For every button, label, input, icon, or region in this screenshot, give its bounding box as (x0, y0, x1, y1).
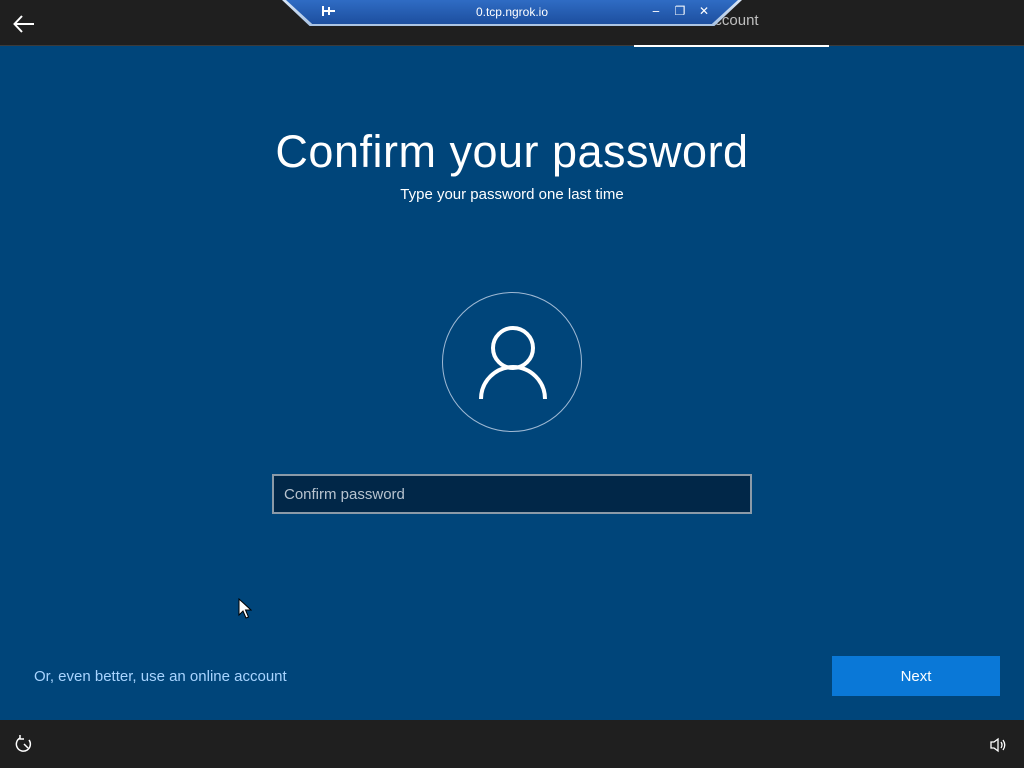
next-button[interactable]: Next (832, 656, 1000, 696)
page-subtitle: Type your password one last time (400, 186, 624, 203)
online-account-link[interactable]: Or, even better, use an online account (34, 668, 287, 685)
avatar (442, 292, 582, 432)
remote-session-bar-inner: 0.tcp.ngrok.io ‒ ❐ ✕ (286, 0, 738, 24)
bottom-bar (0, 720, 1024, 768)
remote-session-bar: 0.tcp.ngrok.io ‒ ❐ ✕ (282, 0, 742, 26)
confirm-password-input[interactable] (272, 474, 752, 514)
ease-of-access-icon (15, 735, 32, 752)
mouse-cursor-icon (238, 597, 253, 620)
back-arrow-icon (13, 15, 34, 33)
restore-icon[interactable]: ❐ (672, 3, 688, 19)
user-icon (479, 326, 547, 400)
page-title: Confirm your password (275, 126, 749, 177)
volume-button[interactable] (988, 735, 1008, 755)
back-button[interactable] (10, 10, 38, 38)
minimize-icon[interactable]: ‒ (648, 3, 664, 19)
remote-session-title: 0.tcp.ngrok.io (475, 5, 549, 19)
ease-of-access-button[interactable] (14, 734, 34, 754)
close-icon[interactable]: ✕ (696, 3, 712, 19)
volume-icon (990, 737, 1006, 753)
